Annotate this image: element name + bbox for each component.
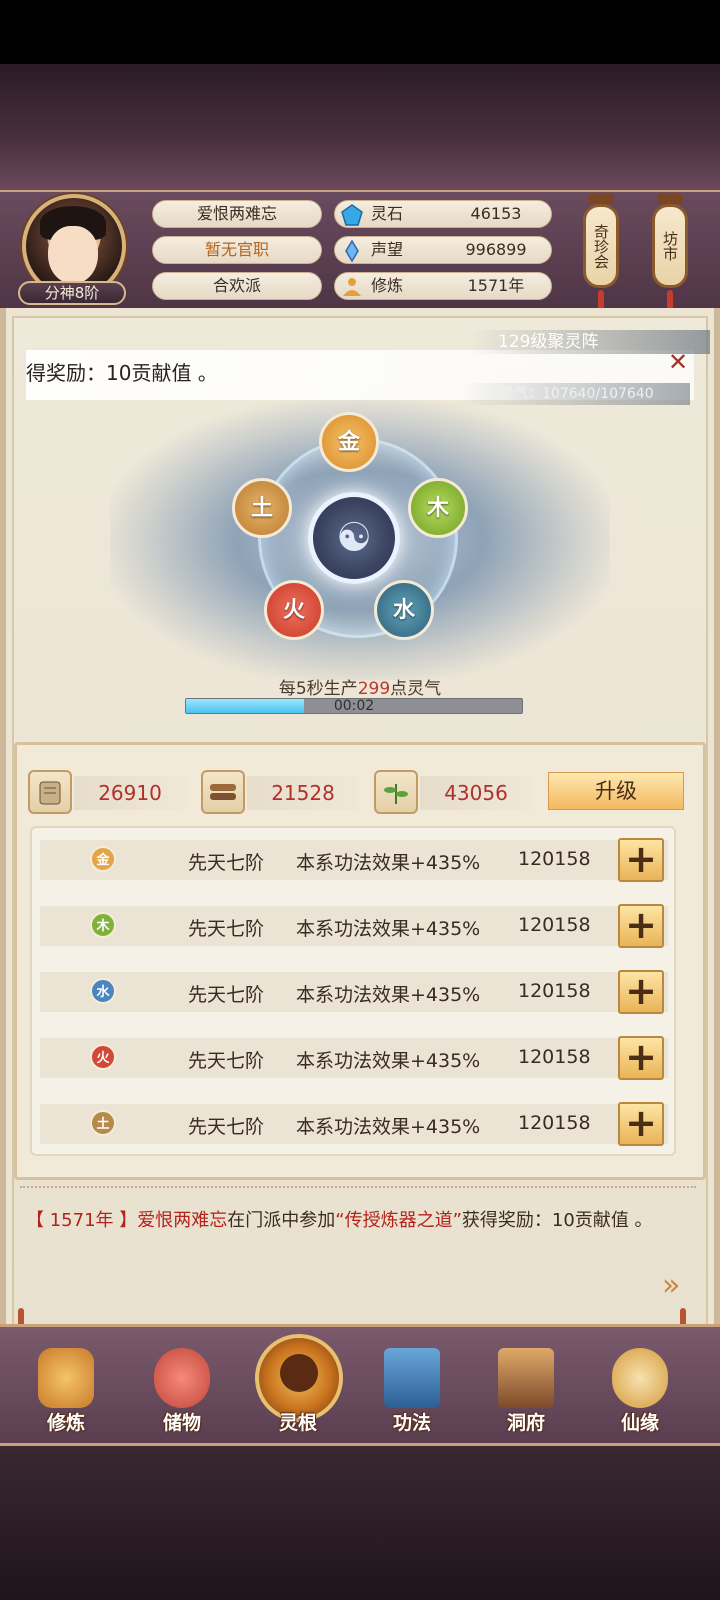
official-post[interactable]: 暂无官职 [152,236,322,264]
root-cost: 120158 [518,1046,591,1068]
root-cost: 120158 [518,980,591,1002]
plus-button[interactable]: + [618,904,664,948]
list-item: 木 先天七阶 本系功法效果+435% 120158 + [40,904,668,948]
root-cost: 120158 [518,848,591,870]
nav-label: 功法 [392,1412,431,1434]
player-name: 爱恨两难忘 [152,200,322,228]
lantern-cap [657,194,683,204]
fire-root-icon: 火 [90,1044,116,1070]
root-cost: 120158 [518,1112,591,1134]
nav-storage[interactable]: 储物 [132,1340,232,1444]
qi-production-rate: 每5秒生产299点灵气 [278,679,442,699]
cave-dwelling-icon [498,1348,554,1408]
nav-label: 仙缘 [620,1412,659,1434]
qi-progress-bar: 00:02 [185,698,523,714]
root-effect: 本系功法效果+435% [296,984,481,1006]
herb-icon [374,770,418,814]
immortal-fate-icon [612,1348,668,1408]
root-stage: 先天七阶 [188,1050,265,1072]
plus-button[interactable]: + [618,1036,664,1080]
material-wood-value: 21528 [247,776,359,810]
bottom-decoration [0,1446,720,1600]
reward-text: 得奖励：10贡献值 。 [26,361,218,385]
nav-technique[interactable]: 功法 [362,1340,462,1444]
yin-yang-icon[interactable]: ☯ [308,492,400,584]
element-wood[interactable]: 木 [408,478,468,538]
water-root-icon: 水 [90,978,116,1004]
root-stage: 先天七阶 [188,852,265,874]
prestige-counter: 声望 996899 [334,236,552,264]
nav-spirit-root[interactable]: 灵根 [248,1340,348,1444]
rank-badge: 分神8阶 [18,281,126,305]
avatar-face [48,226,98,284]
root-cost: 120158 [518,914,591,936]
spirit-root-icon [280,1354,318,1392]
log-end: 获得奖励：10贡献值 。 [461,1210,653,1231]
element-gold[interactable]: 金 [319,412,379,472]
scroll-icon [28,770,72,814]
close-icon[interactable]: ✕ [666,350,690,374]
next-arrow-icon[interactable]: » [662,1271,688,1301]
nav-label: 储物 [162,1412,201,1434]
plus-button[interactable]: + [618,1102,664,1146]
array-qi-readout: 灵气：107640/107640 [460,383,690,405]
material-herb-value: 43056 [420,776,532,810]
root-effect: 本系功法效果+435% [296,852,481,874]
sect-name[interactable]: 合欢派 [152,272,322,300]
status-bar-area [0,0,720,64]
spirit-stone-counter: 灵石 46153 [334,200,552,228]
log-mid: 在门派中参加 [227,1210,336,1231]
cultivation-counter: 修炼 1571年 [334,272,552,300]
nav-cultivation[interactable]: 修炼 [16,1340,116,1444]
log-year: 【 1571年 】 [26,1210,138,1231]
event-log: 【 1571年 】爱恨两难忘在门派中参加“传授炼器之道”获得奖励：10贡献值 。 [26,1206,690,1236]
qizhen-button[interactable]: 奇珍会 [583,204,619,288]
market-button[interactable]: 坊市 [652,204,688,288]
spirit-stone-value: 46153 [470,204,522,223]
root-stage: 先天七阶 [188,1116,265,1138]
list-item: 土 先天七阶 本系功法效果+435% 120158 + [40,1102,668,1146]
root-effect: 本系功法效果+435% [296,1116,481,1138]
wood-root-icon: 木 [90,912,116,938]
prestige-value: 996899 [465,240,527,259]
lantern-cap [588,194,614,204]
element-water[interactable]: 水 [374,580,434,640]
qi-timer: 00:02 [333,698,375,714]
plus-button[interactable]: + [618,838,664,882]
cultivation-value: 1571年 [467,276,525,295]
root-effect: 本系功法效果+435% [296,918,481,940]
root-stage: 先天七阶 [188,918,265,940]
plus-button[interactable]: + [618,970,664,1014]
nav-immortal-fate[interactable]: 仙缘 [590,1340,690,1444]
element-earth[interactable]: 土 [232,478,292,538]
log-player-name: 爱恨两难忘 [137,1210,228,1231]
list-item: 水 先天七阶 本系功法效果+435% 120158 + [40,970,668,1014]
meditation-icon [343,278,361,296]
root-stage: 先天七阶 [188,984,265,1006]
log-event: “传授炼器之道” [335,1210,462,1231]
root-effect: 本系功法效果+435% [296,1050,481,1072]
top-decoration-band [0,64,720,192]
prestige-crystal-icon [345,240,359,262]
ornamental-divider [20,1186,696,1196]
nav-cave[interactable]: 洞府 [476,1340,576,1444]
gold-root-icon: 金 [90,846,116,872]
spirit-stone-icon [341,204,363,226]
list-item: 火 先天七阶 本系功法效果+435% 120158 + [40,1036,668,1080]
nav-label: 修炼 [46,1412,85,1434]
nav-label: 灵根 [278,1412,317,1434]
spirit-stone-label: 灵石 [371,204,404,223]
technique-book-icon [384,1348,440,1408]
prestige-label: 声望 [371,240,404,259]
wood-bundle-icon [201,770,245,814]
storage-bag-icon [154,1348,210,1408]
cultivation-icon [38,1348,94,1408]
earth-root-icon: 土 [90,1110,116,1136]
list-item: 金 先天七阶 本系功法效果+435% 120158 + [40,838,668,882]
element-fire[interactable]: 火 [264,580,324,640]
material-scroll-value: 26910 [74,776,186,810]
nav-label: 洞府 [506,1412,545,1434]
cultivation-label: 修炼 [371,276,404,295]
upgrade-button[interactable]: 升级 [548,772,684,810]
